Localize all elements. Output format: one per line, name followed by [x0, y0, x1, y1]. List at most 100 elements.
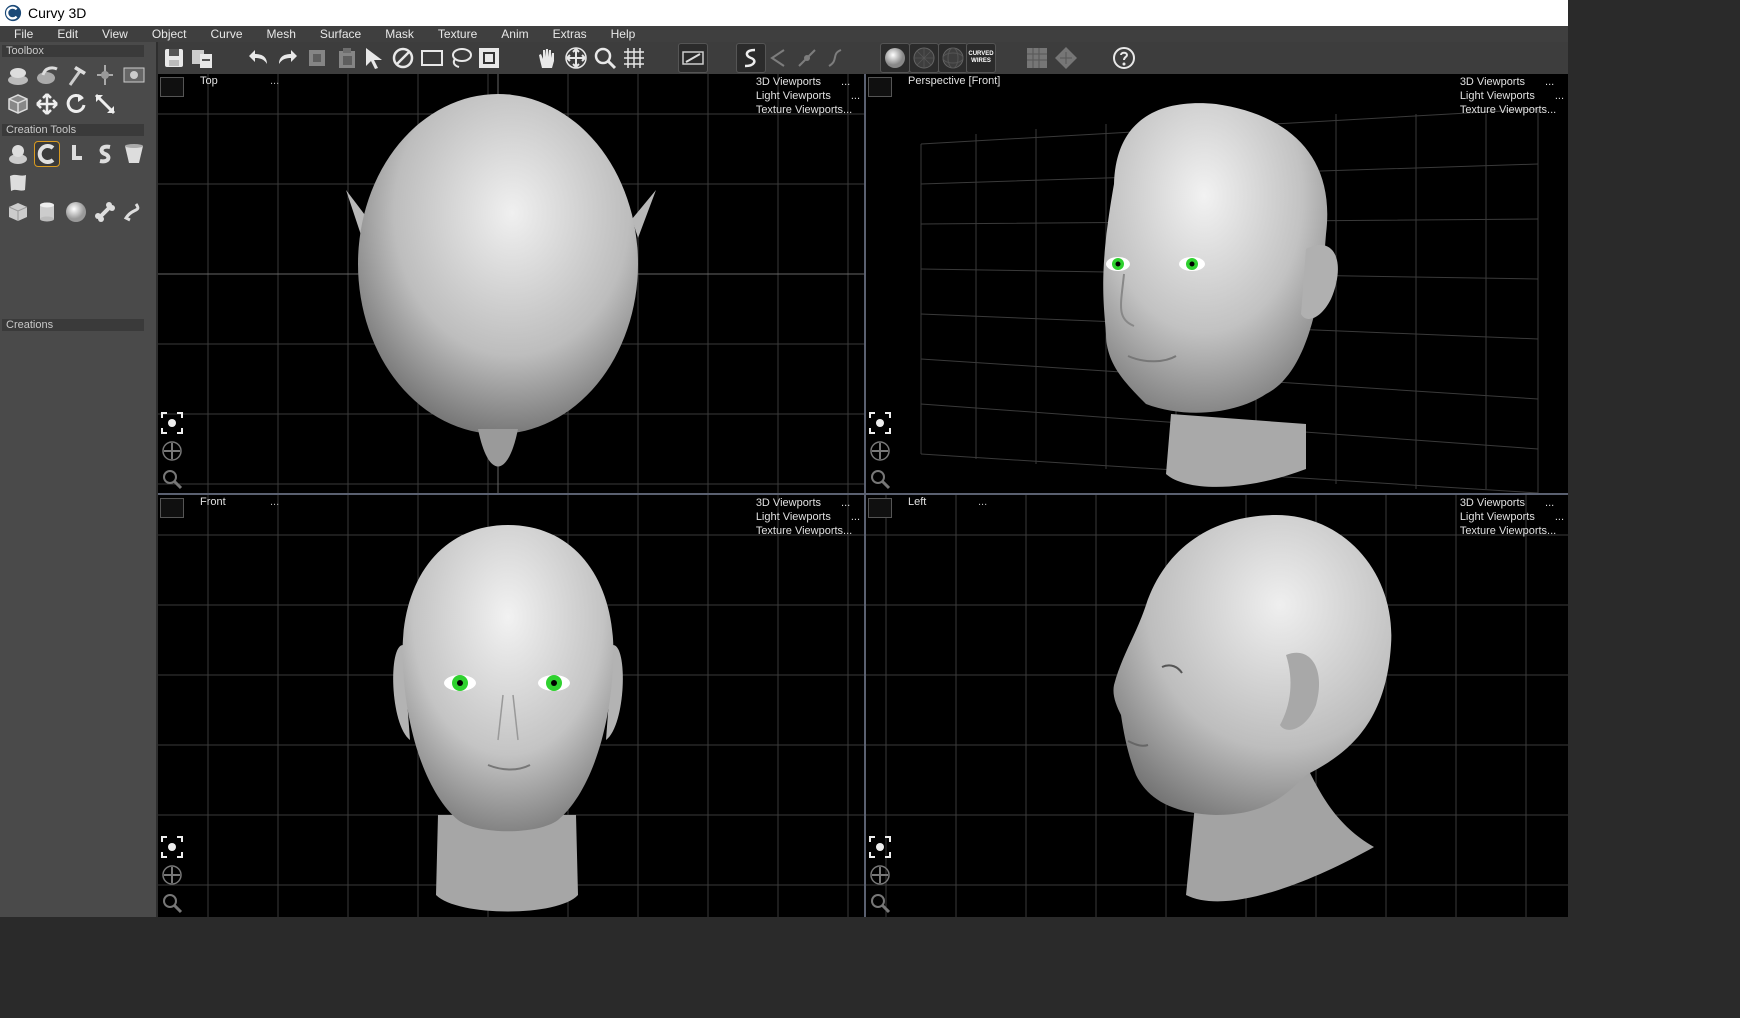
viewport-options[interactable]: ...	[270, 496, 279, 508]
camera-focus-icon[interactable]	[868, 835, 892, 859]
camera-focus-icon[interactable]	[160, 411, 184, 435]
3d-viewports-link[interactable]: 3D Viewports	[1460, 497, 1525, 509]
light-viewports-link[interactable]: Light Viewports	[1460, 90, 1535, 102]
texture-viewports-link[interactable]: Texture Viewports...	[1460, 104, 1556, 116]
bone-primitive-icon[interactable]	[92, 199, 118, 225]
measure-icon[interactable]	[678, 43, 708, 73]
camera-pan-icon[interactable]	[868, 439, 892, 463]
light-viewports-link[interactable]: Light Viewports	[756, 90, 831, 102]
shaded-sphere-icon[interactable]	[880, 43, 910, 73]
viewport-left[interactable]: Left ... 3D Viewports... Light Viewports…	[866, 495, 1568, 917]
texture-viewports-link[interactable]: Texture Viewports...	[756, 525, 852, 537]
sheet-tool-icon[interactable]	[5, 170, 31, 196]
camera-focus-icon[interactable]	[868, 411, 892, 435]
extrude-tool-icon[interactable]	[5, 62, 31, 88]
curved-wires-icon[interactable]: CURVED WIRES	[966, 43, 996, 73]
viewport-name[interactable]: Left	[908, 496, 926, 508]
texture-diamond-icon[interactable]	[1053, 45, 1079, 71]
menu-curve[interactable]: Curve	[199, 26, 255, 42]
mesh-sphere-icon[interactable]	[938, 43, 968, 73]
viewport-options[interactable]: ...	[270, 75, 279, 87]
curve-primitive-icon[interactable]	[121, 199, 147, 225]
limb-tool-icon[interactable]	[63, 141, 89, 167]
tube-tool-icon[interactable]	[92, 141, 118, 167]
paste-icon[interactable]	[334, 45, 360, 71]
wire-sphere-icon[interactable]	[909, 43, 939, 73]
paint-tool-icon[interactable]	[92, 62, 118, 88]
move-tool-icon[interactable]	[34, 91, 60, 117]
3d-viewports-link[interactable]: 3D Viewports	[756, 76, 821, 88]
menu-edit[interactable]: Edit	[45, 26, 90, 42]
texture-plane-icon[interactable]	[1024, 45, 1050, 71]
viewport-name[interactable]: Top	[200, 75, 218, 87]
move-icon[interactable]	[563, 45, 589, 71]
help-icon[interactable]	[1111, 45, 1137, 71]
blob-tool-icon[interactable]	[5, 141, 31, 167]
viewport-perspective[interactable]: Perspective [Front] 3D Viewports... Ligh…	[866, 74, 1568, 493]
viewport-options[interactable]: ...	[978, 496, 987, 508]
copy-icon[interactable]	[304, 45, 330, 71]
curve-point-icon[interactable]	[794, 45, 820, 71]
lasso-select-icon[interactable]	[448, 45, 474, 71]
save-copy-icon[interactable]	[189, 45, 215, 71]
curve-smooth-icon[interactable]	[822, 45, 848, 71]
menu-mesh[interactable]: Mesh	[255, 26, 308, 42]
menu-texture[interactable]: Texture	[426, 26, 489, 42]
camera-zoom-icon[interactable]	[160, 467, 184, 491]
redo-icon[interactable]	[274, 45, 300, 71]
viewport-name[interactable]: Front	[200, 496, 226, 508]
vase-tool-icon[interactable]	[121, 141, 147, 167]
cylinder-primitive-icon[interactable]	[34, 199, 60, 225]
creations-list[interactable]	[2, 334, 152, 914]
viewport-front[interactable]: Front ... 3D Viewports... Light Viewport…	[158, 495, 864, 917]
camera-zoom-icon[interactable]	[160, 891, 184, 915]
light-viewports-link[interactable]: Light Viewports	[1460, 511, 1535, 523]
menu-object[interactable]: Object	[140, 26, 199, 42]
texture-viewports-link[interactable]: Texture Viewports...	[756, 104, 852, 116]
select-arrow-icon[interactable]	[361, 45, 387, 71]
menu-view[interactable]: View	[90, 26, 140, 42]
camera-pan-icon[interactable]	[868, 863, 892, 887]
rotate-tool-icon[interactable]	[63, 91, 89, 117]
rectangle-select-icon[interactable]	[419, 45, 445, 71]
image-tool-icon[interactable]	[121, 62, 147, 88]
viewport-maximize-button[interactable]	[160, 498, 184, 518]
menu-surface[interactable]: Surface	[308, 26, 373, 42]
3d-viewports-link[interactable]: 3D Viewports	[1460, 76, 1525, 88]
light-viewports-link[interactable]: Light Viewports	[756, 511, 831, 523]
null-select-icon[interactable]	[390, 45, 416, 71]
3d-viewports-link[interactable]: 3D Viewports	[756, 497, 821, 509]
scale-tool-icon[interactable]	[92, 91, 118, 117]
camera-zoom-icon[interactable]	[868, 891, 892, 915]
hammer-tool-icon[interactable]	[63, 62, 89, 88]
viewport-name[interactable]: Perspective [Front]	[908, 75, 1000, 87]
menu-help[interactable]: Help	[599, 26, 648, 42]
viewport-maximize-button[interactable]	[160, 77, 184, 97]
sphere-primitive-icon[interactable]	[63, 199, 89, 225]
menu-mask[interactable]: Mask	[373, 26, 426, 42]
lathe-tool-icon[interactable]	[34, 141, 60, 167]
menu-extras[interactable]: Extras	[541, 26, 599, 42]
camera-zoom-icon[interactable]	[868, 467, 892, 491]
sculpt-tool-icon[interactable]	[34, 62, 60, 88]
cube-select-tool-icon[interactable]	[5, 91, 31, 117]
camera-focus-icon[interactable]	[160, 835, 184, 859]
viewport-maximize-button[interactable]	[868, 498, 892, 518]
save-icon[interactable]	[161, 45, 187, 71]
viewport-top[interactable]: Top ... 3D Viewports... Light Viewports.…	[158, 74, 864, 493]
menu-file[interactable]: File	[0, 26, 45, 42]
texture-viewports-link[interactable]: Texture Viewports...	[1460, 525, 1556, 537]
zoom-icon[interactable]	[592, 45, 618, 71]
object-select-icon[interactable]	[476, 45, 502, 71]
camera-pan-icon[interactable]	[160, 439, 184, 463]
camera-pan-icon[interactable]	[160, 863, 184, 887]
undo-icon[interactable]	[246, 45, 272, 71]
cube-primitive-icon[interactable]	[5, 199, 31, 225]
grid-icon[interactable]	[621, 45, 647, 71]
hand-pan-icon[interactable]	[534, 45, 560, 71]
viewport-splitter-vertical[interactable]	[864, 74, 866, 917]
viewport-splitter-horizontal[interactable]	[158, 493, 1568, 495]
viewport-maximize-button[interactable]	[868, 77, 892, 97]
curve-draw-icon[interactable]	[736, 43, 766, 73]
menu-anim[interactable]: Anim	[489, 26, 540, 42]
